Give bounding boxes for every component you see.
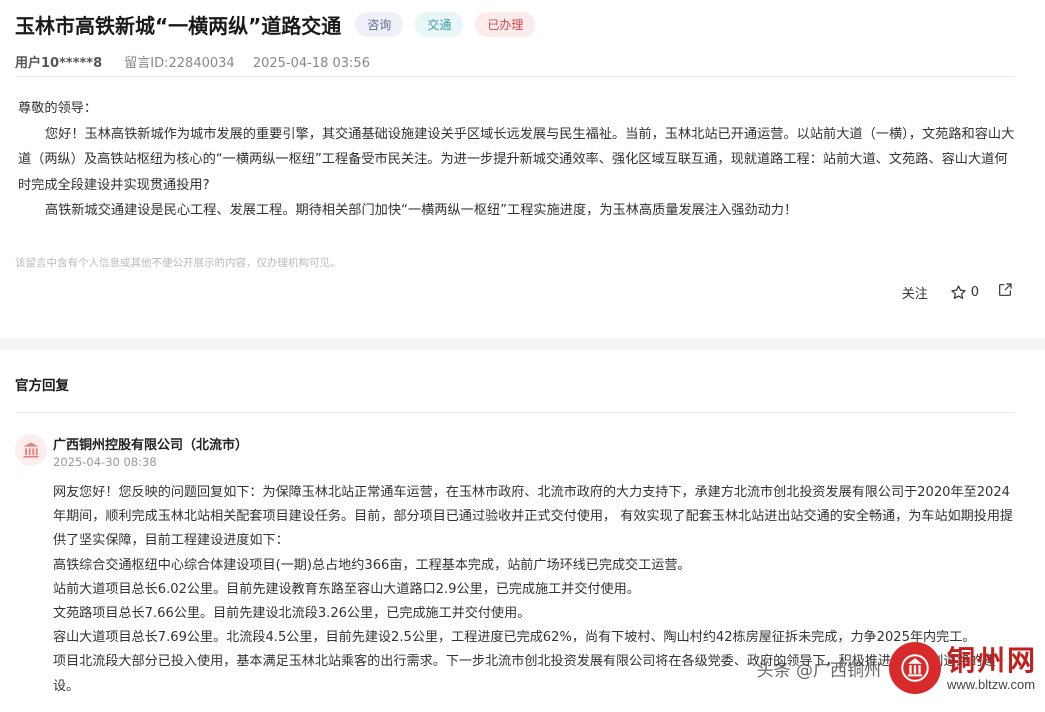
reply-paragraph: 站前大道项目总长6.02公里。目前先建设教育东路至容山大道路口2.9公里，已完成…: [53, 581, 640, 597]
reply-paragraph: 高铁综合交通枢纽中心综合体建设项目(一期)总占地约366亩，工程基本完成，站前广…: [53, 557, 691, 573]
divider: [15, 76, 1015, 77]
message-card: 玉林市高铁新城“一横两纵”道路交通 咨询 交通 已办理 用户10*****8 留…: [0, 0, 1045, 338]
message-meta: 用户10*****8 留言ID:22840034 2025-04-18 03:5…: [15, 52, 370, 71]
government-building-icon: [23, 442, 39, 458]
tag-traffic[interactable]: 交通: [415, 11, 464, 37]
status-badge: 已办理: [475, 11, 536, 37]
watermark-logo-icon: [888, 642, 941, 694]
user-name: 用户10*****8: [15, 56, 103, 71]
share-icon: [999, 283, 1012, 296]
page-title: 玉林市高铁新城“一横两纵”道路交通: [15, 13, 342, 38]
reply-date: 2025-04-30 08:38: [53, 455, 157, 469]
privacy-disclaimer: 该留言中含有个人信息或其他不便公开展示的内容，仅办理机构可见。: [15, 257, 341, 269]
tag-consult[interactable]: 咨询: [355, 11, 404, 37]
message-body: 尊敬的领导： 您好！玉林高铁新城作为城市发展的重要引擎，其交通基础设施建设关乎区…: [18, 96, 1018, 224]
like-button[interactable]: 0: [950, 284, 979, 301]
reply-card: 官方回复 广西铜州控股有限公司（北流市） 2025-04-30 08:38 网友…: [0, 350, 1045, 712]
reply-section-title: 官方回复: [15, 378, 69, 394]
watermark: 头条 @广西铜州 铜州网 www.bltzw.com: [757, 642, 1037, 694]
message-paragraph: 您好！玉林高铁新城作为城市发展的重要引擎，其交通基础设施建设关乎区域长远发展与民…: [18, 126, 1015, 193]
reply-organization: 广西铜州控股有限公司（北流市）: [53, 438, 249, 453]
share-button[interactable]: [997, 282, 1013, 302]
reply-paragraph: 网友您好！您反映的问题回复如下：为保障玉林北站正常通车运营，在玉林市政府、北流市…: [53, 485, 1014, 549]
title-row: 玉林市高铁新城“一横两纵”道路交通 咨询 交通 已办理: [15, 9, 547, 39]
star-icon: [951, 284, 966, 299]
reply-paragraph: 文苑路项目总长7.66公里。目前先建设北流段3.26公里，已完成施工并交付使用。: [53, 606, 531, 622]
action-bar: 关注 0: [902, 282, 1013, 302]
message-datetime: 2025-04-18 03:56: [252, 56, 370, 71]
watermark-url: www.bltzw.com: [946, 676, 1036, 692]
message-id: 留言ID:22840034: [124, 56, 235, 71]
avatar: [15, 434, 47, 466]
watermark-brand: 铜州网: [946, 643, 1037, 677]
follow-button[interactable]: 关注: [902, 283, 928, 302]
divider: [15, 412, 1015, 413]
like-count: 0: [970, 284, 979, 300]
watermark-author: 头条 @广西铜州: [756, 660, 881, 681]
salutation: 尊敬的领导：: [18, 101, 98, 116]
message-paragraph: 高铁新城交通建设是民心工程、发展工程。期待相关部门加快“一横两纵一枢纽”工程实施…: [45, 203, 798, 218]
